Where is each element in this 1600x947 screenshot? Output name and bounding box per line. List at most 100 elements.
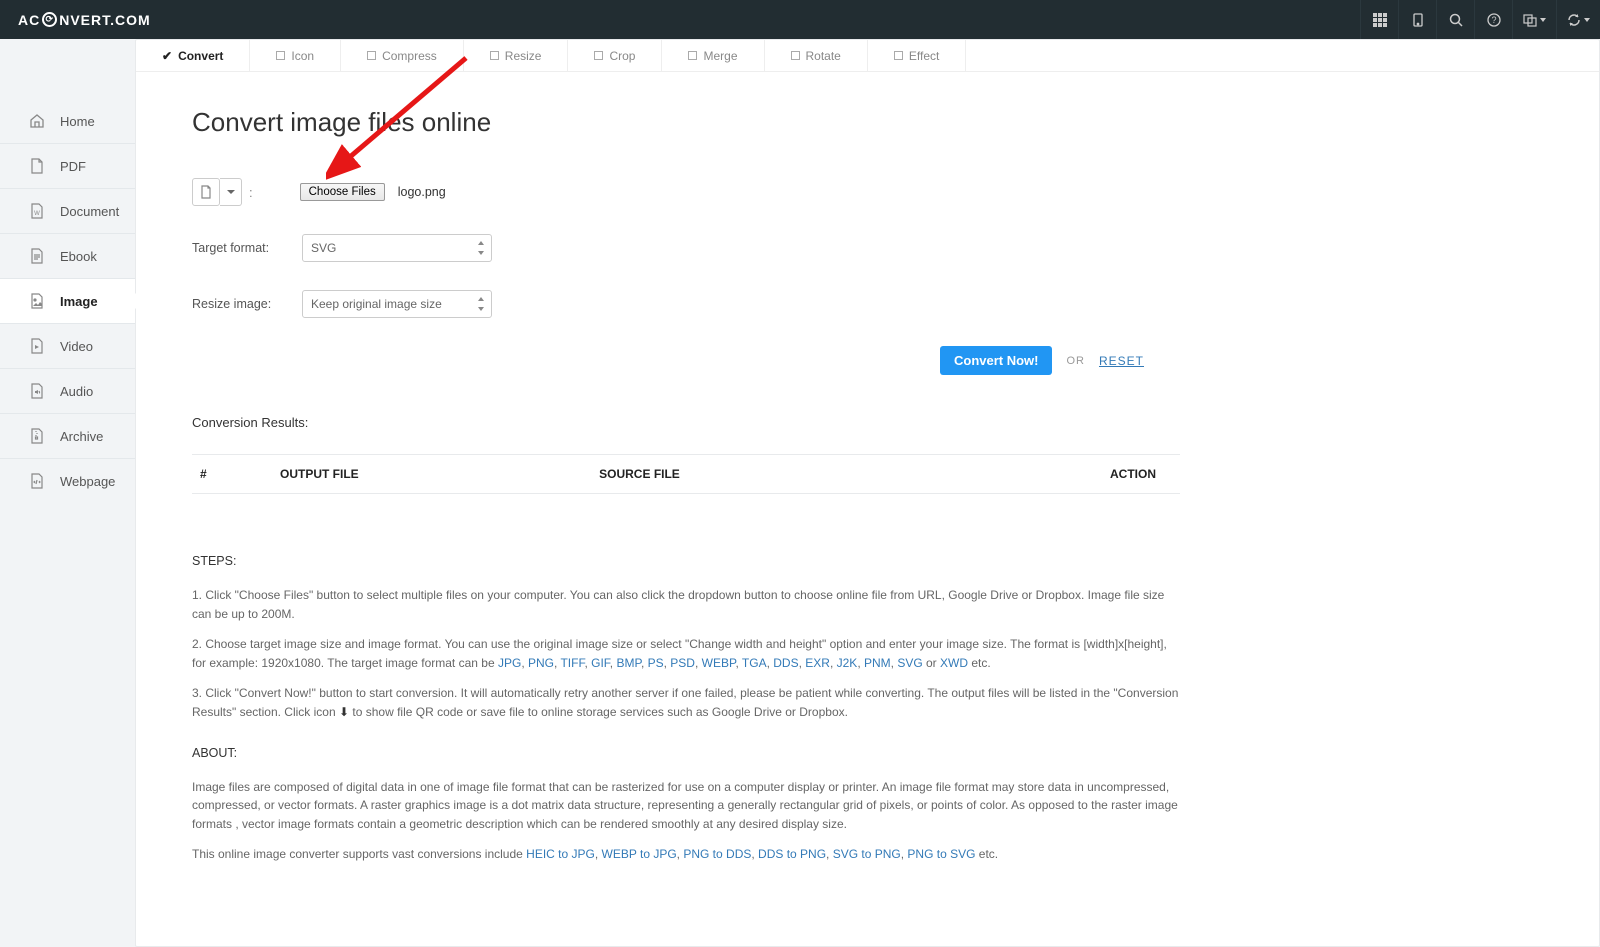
action-row: Convert Now! OR RESET: [192, 346, 1180, 375]
format-link[interactable]: DDS: [773, 656, 798, 670]
reset-link[interactable]: RESET: [1099, 354, 1144, 368]
file-text-icon: [28, 248, 46, 264]
page-title: Convert image files online: [192, 107, 1180, 138]
col-action: ACTION: [917, 455, 1180, 494]
format-link[interactable]: TGA: [742, 656, 767, 670]
square-icon: [688, 51, 697, 60]
check-icon: ✔: [162, 49, 172, 63]
file-image-icon: [28, 293, 46, 309]
format-link[interactable]: SVG: [897, 656, 922, 670]
col-num: #: [192, 455, 272, 494]
tab-convert[interactable]: ✔Convert: [136, 40, 250, 71]
format-link[interactable]: PSD: [670, 656, 695, 670]
file-audio-icon: [28, 383, 46, 399]
conversion-link[interactable]: PNG to DDS: [683, 847, 751, 861]
navbar-right: ?: [1360, 0, 1600, 39]
format-link[interactable]: JPG: [498, 656, 521, 670]
tab-icon[interactable]: Icon: [250, 40, 341, 71]
step-3: 3. Click "Convert Now!" button to start …: [192, 684, 1180, 721]
convert-button[interactable]: Convert Now!: [940, 346, 1053, 375]
file-word-icon: W: [28, 203, 46, 219]
resize-label: Resize image:: [192, 297, 302, 311]
colon: :: [249, 185, 253, 200]
square-icon: [276, 51, 285, 60]
file-source-dropdown[interactable]: [220, 178, 242, 206]
svg-text:W: W: [34, 211, 40, 217]
help-icon[interactable]: ?: [1474, 0, 1512, 39]
conversion-link[interactable]: HEIC to JPG: [526, 847, 595, 861]
format-link[interactable]: WEBP: [702, 656, 736, 670]
action-tabs: ✔Convert Icon Compress Resize Crop Merge…: [136, 40, 1599, 72]
tab-crop[interactable]: Crop: [568, 40, 662, 71]
download-icon: ⬇: [339, 705, 349, 719]
file-video-icon: [28, 338, 46, 354]
sidebar-item-home[interactable]: Home: [0, 99, 135, 144]
tab-resize[interactable]: Resize: [464, 40, 569, 71]
conversion-link[interactable]: SVG to PNG: [833, 847, 901, 861]
swap-icon: ⟳: [42, 12, 57, 27]
conversion-link[interactable]: DDS to PNG: [758, 847, 826, 861]
sidebar-item-webpage[interactable]: Webpage: [0, 459, 135, 503]
sidebar-item-label: Video: [60, 339, 93, 354]
sidebar-item-video[interactable]: Video: [0, 324, 135, 369]
square-icon: [490, 51, 499, 60]
brand-logo[interactable]: AC ⟳ NVERT.COM: [18, 12, 151, 28]
steps-heading: STEPS:: [192, 554, 1180, 568]
refresh-icon[interactable]: [1556, 0, 1600, 39]
home-icon: [28, 113, 46, 129]
format-link[interactable]: PS: [648, 656, 664, 670]
format-link[interactable]: TIFF: [560, 656, 584, 670]
selected-filename: logo.png: [398, 185, 446, 199]
tab-rotate[interactable]: Rotate: [765, 40, 868, 71]
sidebar-item-label: Document: [60, 204, 119, 219]
tab-compress[interactable]: Compress: [341, 40, 464, 71]
format-link[interactable]: XWD: [940, 656, 968, 670]
tab-merge[interactable]: Merge: [662, 40, 764, 71]
sidebar-item-label: Webpage: [60, 474, 115, 489]
conversion-link[interactable]: PNG to SVG: [907, 847, 975, 861]
language-icon[interactable]: [1512, 0, 1556, 39]
conversion-link[interactable]: WEBP to JPG: [602, 847, 677, 861]
file-row: : Choose Files logo.png: [192, 178, 1180, 206]
format-link[interactable]: EXR: [805, 656, 830, 670]
mobile-icon[interactable]: [1398, 0, 1436, 39]
col-source: SOURCE FILE: [591, 455, 917, 494]
target-format-row: Target format: SVG: [192, 234, 1180, 262]
search-icon[interactable]: [1436, 0, 1474, 39]
sidebar-item-audio[interactable]: Audio: [0, 369, 135, 414]
resize-select[interactable]: Keep original image size: [302, 290, 492, 318]
brand-prefix: AC: [18, 12, 40, 28]
sidebar-item-label: Audio: [60, 384, 93, 399]
sidebar-item-document[interactable]: W Document: [0, 189, 135, 234]
target-format-label: Target format:: [192, 241, 302, 255]
sidebar: Home PDF W Document Ebook Image Video Aud…: [0, 39, 135, 947]
svg-text:?: ?: [1491, 15, 1496, 25]
results-table: # OUTPUT FILE SOURCE FILE ACTION: [192, 454, 1180, 494]
file-icon: [28, 158, 46, 174]
file-source-button[interactable]: [192, 178, 220, 206]
tab-effect[interactable]: Effect: [868, 40, 966, 71]
square-icon: [894, 51, 903, 60]
top-navbar: AC ⟳ NVERT.COM ?: [0, 0, 1600, 39]
format-link[interactable]: BMP: [616, 656, 640, 670]
resize-row: Resize image: Keep original image size: [192, 290, 1180, 318]
sidebar-item-ebook[interactable]: Ebook: [0, 234, 135, 279]
grid-icon[interactable]: [1360, 0, 1398, 39]
step-2: 2. Choose target image size and image fo…: [192, 635, 1180, 672]
sidebar-item-pdf[interactable]: PDF: [0, 144, 135, 189]
sidebar-item-label: Image: [60, 294, 98, 309]
format-link[interactable]: PNM: [864, 656, 891, 670]
choose-files-button[interactable]: Choose Files: [300, 183, 385, 201]
target-format-select[interactable]: SVG: [302, 234, 492, 262]
sidebar-item-image[interactable]: Image: [0, 279, 135, 324]
format-link[interactable]: PNG: [528, 656, 554, 670]
sidebar-item-archive[interactable]: Archive: [0, 414, 135, 459]
col-output: OUTPUT FILE: [272, 455, 591, 494]
format-link[interactable]: GIF: [591, 656, 610, 670]
about-1: Image files are composed of digital data…: [192, 778, 1180, 834]
sidebar-item-label: Archive: [60, 429, 103, 444]
main-card: ✔Convert Icon Compress Resize Crop Merge…: [135, 39, 1600, 947]
square-icon: [791, 51, 800, 60]
or-text: OR: [1066, 355, 1085, 367]
format-link[interactable]: J2K: [837, 656, 858, 670]
